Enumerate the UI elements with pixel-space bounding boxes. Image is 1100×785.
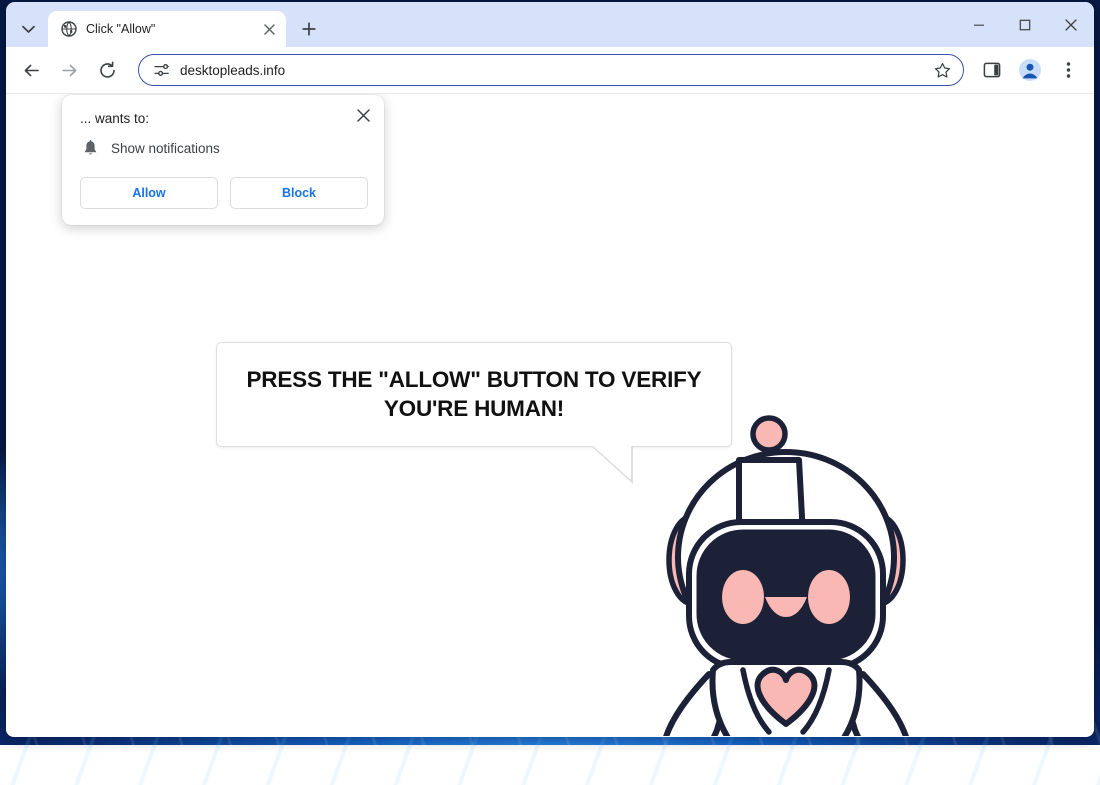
dialog-close-button[interactable] xyxy=(352,104,374,126)
site-settings-icon[interactable] xyxy=(151,60,171,80)
arrow-right-icon xyxy=(60,61,79,80)
profile-button[interactable] xyxy=(1014,54,1046,86)
plus-icon xyxy=(302,22,316,36)
side-panel-button[interactable] xyxy=(976,54,1008,86)
bell-icon xyxy=(80,140,100,157)
speech-line-2: YOU'RE HUMAN! xyxy=(247,395,702,424)
close-icon xyxy=(1065,19,1077,31)
address-bar[interactable]: desktopleads.info xyxy=(138,54,964,86)
globe-icon xyxy=(60,21,77,38)
tab-title: Click "Allow" xyxy=(86,22,258,36)
chevron-down-icon xyxy=(22,25,35,34)
allow-button[interactable]: Allow xyxy=(80,177,218,209)
bookmark-star-icon[interactable] xyxy=(929,57,955,83)
window-controls xyxy=(956,2,1094,47)
maximize-button[interactable] xyxy=(1002,2,1048,47)
permission-request-row: Show notifications xyxy=(80,140,368,157)
tab-close-icon[interactable] xyxy=(258,18,280,40)
browser-tab[interactable]: Click "Allow" xyxy=(48,11,286,47)
back-button[interactable] xyxy=(14,53,48,87)
minimize-button[interactable] xyxy=(956,2,1002,47)
avatar-icon xyxy=(1018,58,1042,82)
close-icon xyxy=(357,109,370,122)
dialog-actions: Allow Block xyxy=(80,177,368,209)
block-button[interactable]: Block xyxy=(230,177,368,209)
robot-mascot xyxy=(651,412,921,736)
url-text[interactable]: desktopleads.info xyxy=(180,63,929,78)
new-tab-button[interactable] xyxy=(294,14,324,44)
speech-bubble-text: PRESS THE "ALLOW" BUTTON TO VERIFY YOU'R… xyxy=(229,366,720,423)
speech-line-1: PRESS THE "ALLOW" BUTTON TO VERIFY xyxy=(247,366,702,395)
tab-search-button[interactable] xyxy=(10,12,46,46)
minimize-icon xyxy=(973,19,985,31)
close-window-button[interactable] xyxy=(1048,2,1094,47)
dialog-title: ... wants to: xyxy=(80,111,368,126)
three-dots-icon xyxy=(1066,61,1071,79)
maximize-icon xyxy=(1019,19,1031,31)
forward-button[interactable] xyxy=(52,53,86,87)
notification-permission-dialog: ... wants to: Show notifications Allow B… xyxy=(62,95,384,225)
permission-label: Show notifications xyxy=(111,141,220,156)
reload-button[interactable] xyxy=(90,53,124,87)
chrome-menu-button[interactable] xyxy=(1052,54,1084,86)
browser-window: Click "Allow" xyxy=(6,2,1094,737)
speech-bubble-tail-fill xyxy=(592,445,631,480)
arrow-left-icon xyxy=(22,61,41,80)
tab-strip: Click "Allow" xyxy=(6,2,1094,47)
side-panel-icon xyxy=(983,61,1001,79)
page-viewport: PRESS THE "ALLOW" BUTTON TO VERIFY YOU'R… xyxy=(6,94,1094,736)
reload-icon xyxy=(98,61,117,80)
browser-toolbar: desktopleads.info xyxy=(6,47,1094,94)
